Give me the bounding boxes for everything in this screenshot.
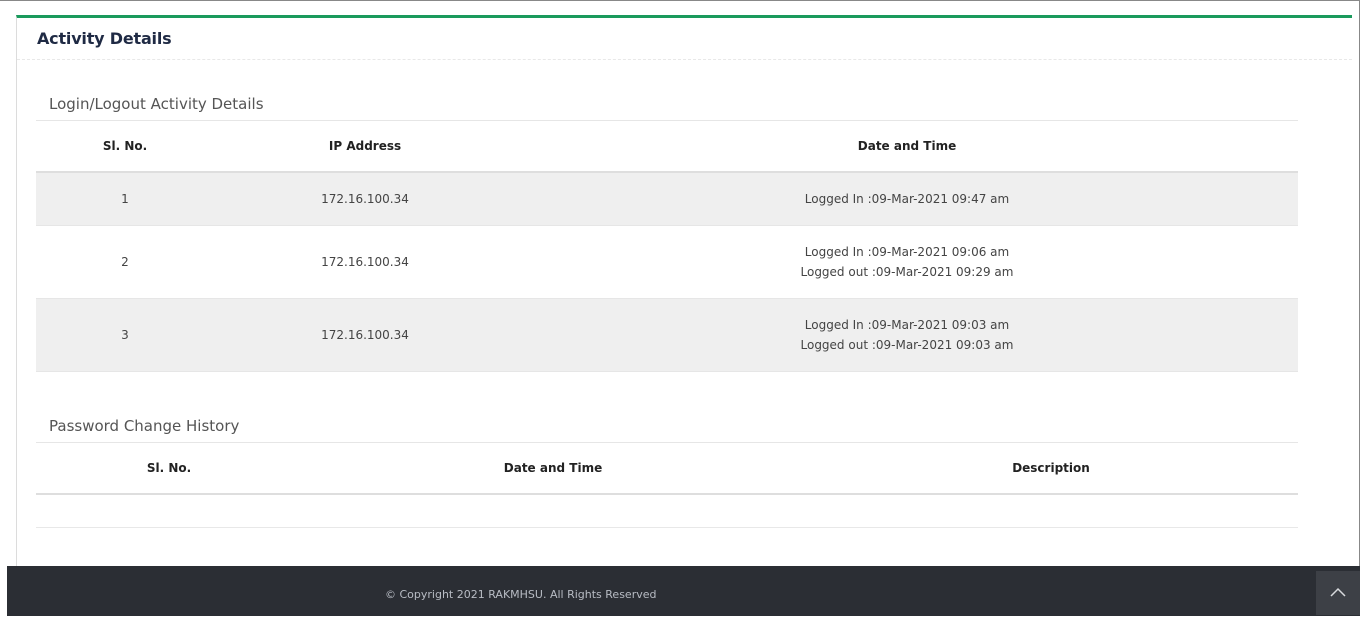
- login-section-title: Login/Logout Activity Details: [36, 88, 1298, 121]
- card-header: Activity Details: [17, 18, 1352, 60]
- login-activity-section: Login/Logout Activity Details Sl. No. IP…: [36, 88, 1298, 372]
- column-header-sl-no: Sl. No.: [36, 121, 214, 173]
- password-history-table: Sl. No. Date and Time Description: [36, 443, 1298, 528]
- table-header-row: Sl. No. Date and Time Description: [36, 443, 1298, 495]
- logged-in-text: Logged In :09-Mar-2021 09:03 am: [804, 318, 1010, 332]
- column-header-date-time: Date and Time: [516, 121, 1298, 173]
- page-footer: © Copyright 2021 RAKMHSU. All Rights Res…: [7, 566, 1360, 616]
- logged-in-text: Logged In :09-Mar-2021 09:47 am: [804, 192, 1010, 206]
- cell-sl-no: 2: [121, 255, 129, 269]
- cell-ip-address: 172.16.100.34: [214, 298, 516, 372]
- column-header-sl-no: Sl. No.: [36, 443, 302, 495]
- table-row: 3 172.16.100.34 Logged In :09-Mar-2021 0…: [36, 298, 1298, 372]
- password-section-title: Password Change History: [36, 410, 1298, 443]
- table-row: 1 172.16.100.34 Logged In :09-Mar-2021 0…: [36, 172, 1298, 226]
- cell-date-time: Logged In :09-Mar-2021 09:03 am Logged o…: [516, 298, 1298, 372]
- cell-sl-no: 1: [36, 172, 214, 226]
- chevron-up-icon: [1330, 587, 1346, 597]
- cell-sl-no: 3: [36, 298, 214, 372]
- card-title: Activity Details: [37, 29, 172, 48]
- logged-out-text: Logged out :09-Mar-2021 09:03 am: [800, 338, 1014, 352]
- scroll-to-top-button[interactable]: [1316, 571, 1360, 615]
- password-history-section: Password Change History Sl. No. Date and…: [36, 410, 1298, 528]
- empty-cell: [36, 494, 1298, 528]
- column-header-ip-address: IP Address: [214, 121, 516, 173]
- table-header-row: Sl. No. IP Address Date and Time: [36, 121, 1298, 173]
- table-row: 2 172.16.100.34 Logged In :09-Mar-2021 0…: [36, 226, 1298, 299]
- column-header-description: Description: [804, 443, 1298, 495]
- cell-date-time: Logged In :09-Mar-2021 09:06 am Logged o…: [516, 226, 1298, 299]
- copyright-text: © Copyright 2021 RAKMHSU. All Rights Res…: [385, 588, 657, 601]
- cell-date-time: Logged In :09-Mar-2021 09:47 am: [516, 172, 1298, 226]
- column-header-date-time: Date and Time: [302, 443, 804, 495]
- logged-in-text: Logged In :09-Mar-2021 09:06 am: [804, 245, 1010, 259]
- empty-table-row: [36, 494, 1298, 528]
- cell-ip-address: 172.16.100.34: [214, 172, 516, 226]
- login-activity-table: Sl. No. IP Address Date and Time 1 172.1…: [36, 121, 1298, 372]
- cell-ip-address: 172.16.100.34: [321, 255, 409, 269]
- logged-out-text: Logged out :09-Mar-2021 09:29 am: [800, 265, 1014, 279]
